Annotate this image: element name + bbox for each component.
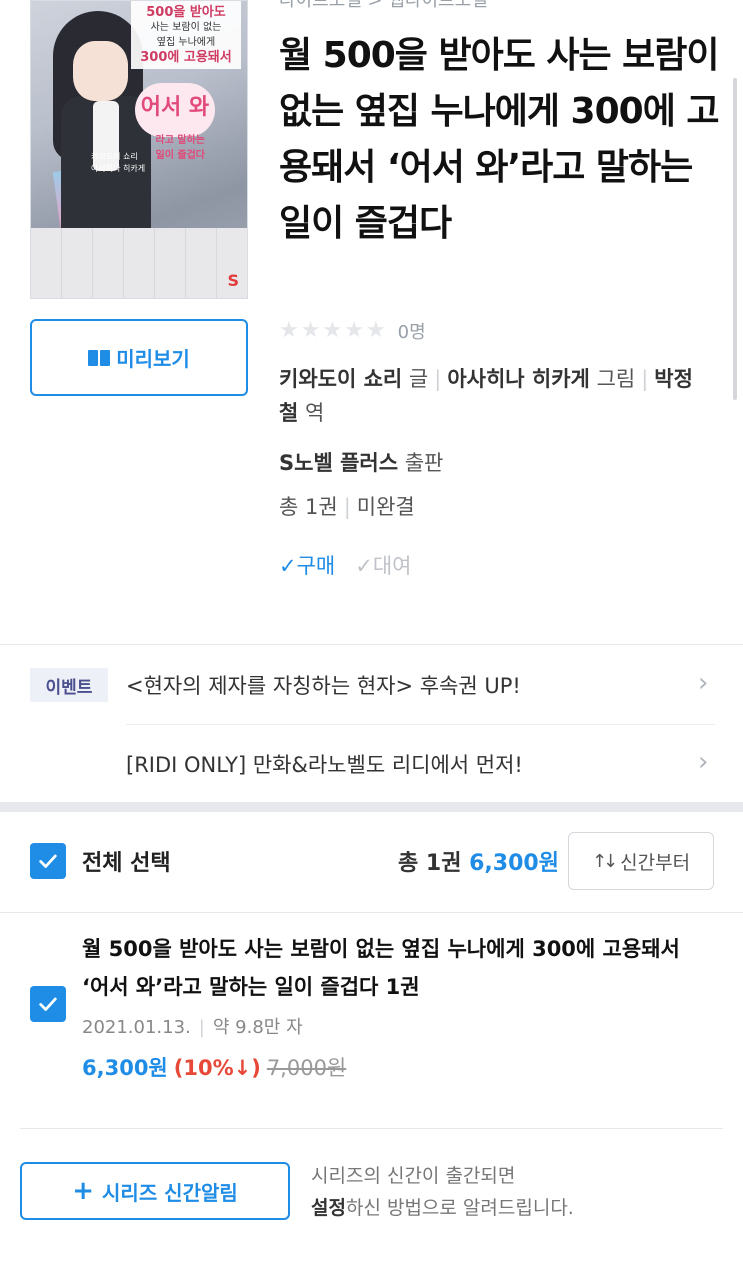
- volume-checkbox[interactable]: [30, 986, 66, 1022]
- event-text: [RIDI ONLY] 만화&라노벨도 리디에서 먼저!: [126, 753, 523, 777]
- book-publisher: S노벨 플러스 출판: [279, 451, 444, 475]
- divider: [0, 644, 743, 645]
- sort-button[interactable]: ↑↓ 신간부터: [568, 832, 714, 890]
- book-authors: 키와도이 쇼리 글 | 아사히나 히카게 그림 | 박정철 역: [279, 367, 693, 425]
- series-alarm-button[interactable]: + 시리즈 신간알림: [20, 1162, 290, 1220]
- check-icon: [39, 854, 57, 868]
- star-icon: ★: [279, 318, 299, 343]
- sort-arrows-icon: ↑↓: [591, 850, 618, 872]
- star-icon: ★: [365, 318, 386, 343]
- availability-tags: ✓구매 ✓대여: [279, 550, 412, 580]
- cover-author: 키와도이 쇼리 아사히나 히카게: [91, 152, 146, 173]
- rating-count: 0명: [397, 322, 426, 343]
- scrollbar[interactable]: [733, 78, 737, 400]
- publisher-link[interactable]: S노벨 플러스: [279, 451, 398, 475]
- book-title: 월 500을 받아도 사는 보람이 없는 옆집 누나에게 300에 고용돼서 ‘…: [279, 35, 719, 244]
- select-all-checkbox[interactable]: [30, 843, 66, 879]
- section-separator: [0, 802, 743, 812]
- volume-title[interactable]: 월 500을 받아도 사는 보람이 없는 옆집 누나에게 300에 고용돼서 ‘…: [82, 930, 702, 1006]
- rent-tag: ✓대여: [355, 554, 412, 578]
- illustrator-link[interactable]: 아사히나 히카게: [447, 367, 590, 391]
- star-icon: ★: [344, 318, 364, 343]
- chevron-right-icon: ›: [698, 747, 709, 777]
- plus-icon: +: [72, 1176, 95, 1206]
- star-icon: ★: [322, 318, 343, 343]
- star-icon: ★: [300, 318, 321, 343]
- breadcrumb[interactable]: 라이트노벨 > 웹라이트노벨: [279, 0, 488, 12]
- sale-price: 6,300원: [82, 1056, 168, 1080]
- event-banner-1[interactable]: 이벤트 <현자의 제자를 자칭하는 현자> 후속권 UP! ›: [0, 646, 743, 724]
- original-price: 7,000원: [266, 1056, 347, 1080]
- publisher-logo: S: [227, 271, 239, 290]
- select-all-label[interactable]: 전체 선택: [82, 845, 171, 877]
- series-alarm-description: 시리즈의 신간이 출간되면 설정하신 방법으로 알려드립니다.: [311, 1165, 574, 1219]
- cover-welcome: 어서 와: [135, 83, 215, 137]
- divider: [0, 912, 743, 913]
- open-book-icon: [88, 349, 111, 366]
- book-cover-image[interactable]: 500을 받아도 사는 보람이 없는 옆집 누나에게 300에 고용돼서 어서 …: [30, 0, 248, 299]
- book-volume-info: 총 1권 | 미완결: [279, 495, 415, 519]
- preview-button[interactable]: 미리보기: [30, 319, 248, 396]
- total-price: 6,300원: [469, 851, 559, 876]
- chevron-right-icon: ›: [698, 668, 709, 698]
- volume-meta: 2021.01.13. | 약 9.8만 자: [82, 1017, 303, 1038]
- cover-title: 500을 받아도 사는 보람이 없는 옆집 누나에게 300에 고용돼서: [131, 1, 241, 69]
- author-link[interactable]: 키와도이 쇼리: [279, 367, 402, 391]
- volume-price: 6,300원 (10%↓) 7,000원: [82, 1052, 346, 1082]
- event-text: <현자의 제자를 자칭하는 현자> 후속권 UP!: [126, 674, 521, 698]
- event-badge: 이벤트: [30, 668, 108, 702]
- volume-date: 2021.01.13.: [82, 1017, 191, 1038]
- discount-rate: (10%↓): [173, 1056, 261, 1080]
- rating[interactable]: ★ ★ ★ ★ ★ 0명: [279, 317, 426, 345]
- buy-tag: ✓구매: [279, 554, 336, 578]
- event-banner-2[interactable]: [RIDI ONLY] 만화&라노벨도 리디에서 먼저! ›: [126, 724, 715, 802]
- selection-total: 총 1권 6,300원: [398, 851, 559, 876]
- check-icon: [39, 997, 57, 1011]
- divider: [20, 1128, 723, 1129]
- volume-length: 약 9.8만 자: [212, 1017, 303, 1038]
